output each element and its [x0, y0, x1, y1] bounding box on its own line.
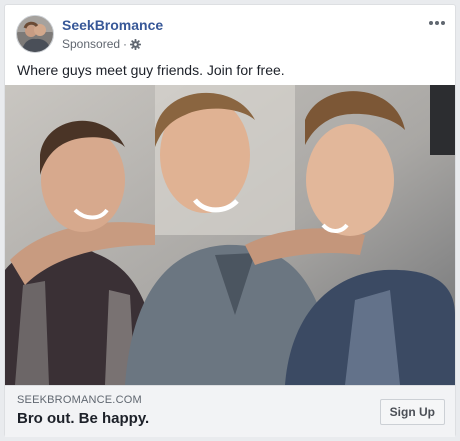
link-headline[interactable]: Bro out. Be happy.: [17, 410, 149, 427]
avatar-photo-icon: [17, 16, 53, 52]
link-domain: SEEKBROMANCE.COM: [17, 394, 142, 406]
sponsored-label[interactable]: Sponsored: [62, 37, 120, 51]
ad-image[interactable]: [5, 85, 455, 385]
sign-up-button[interactable]: Sign Up: [379, 399, 445, 425]
post-header: SeekBromance Sponsored ·: [5, 5, 455, 57]
gear-icon[interactable]: [130, 38, 142, 50]
link-preview-footer[interactable]: SEEKBROMANCE.COM Bro out. Be happy. Sign…: [5, 385, 455, 437]
sponsored-separator: ·: [123, 37, 128, 51]
page-name-link[interactable]: SeekBromance: [62, 17, 163, 33]
sponsored-post: SeekBromance Sponsored · Where guys meet…: [4, 4, 456, 437]
more-options-icon[interactable]: [427, 17, 447, 29]
post-caption: Where guys meet guy friends. Join for fr…: [17, 62, 285, 78]
sponsored-row: Sponsored ·: [62, 37, 142, 51]
avatar[interactable]: [16, 15, 54, 53]
